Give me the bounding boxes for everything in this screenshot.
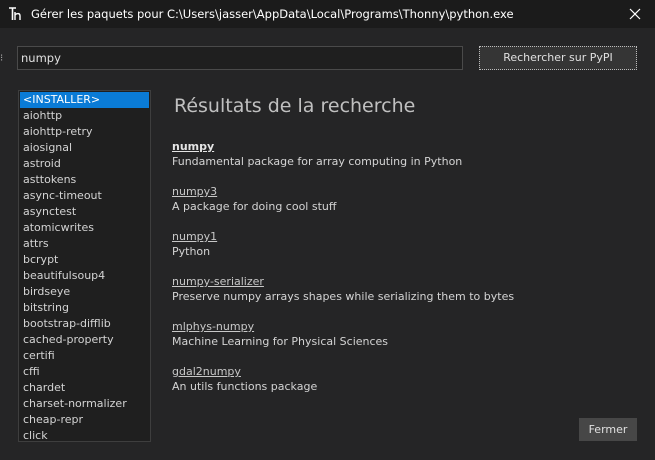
title-bar: Gérer les paquets pour C:\Users\jasser\A…	[0, 0, 655, 28]
search-pypi-button[interactable]: Rechercher sur PyPI	[479, 46, 637, 70]
result-package-link[interactable]: numpy1	[172, 230, 642, 244]
result-description: Machine Learning for Physical Sciences	[172, 335, 389, 348]
package-list-item[interactable]: async-timeout	[20, 188, 149, 204]
search-result: numpy Fundamental package for array compu…	[172, 140, 642, 185]
search-result: numpy1 Python	[172, 230, 642, 275]
window-title: Gérer les paquets pour C:\Users\jasser\A…	[31, 7, 514, 21]
search-results: numpy Fundamental package for array compu…	[172, 140, 642, 410]
package-list[interactable]: <INSTALLER> aiohttp aiohttp-retry aiosignal…	[18, 90, 151, 442]
package-list-item[interactable]: attrs	[20, 236, 149, 252]
search-result: numpy3 A package for doing cool stuff	[172, 185, 642, 230]
package-list-install-item[interactable]: <INSTALLER>	[20, 92, 149, 108]
window-close-button[interactable]	[615, 0, 655, 28]
result-package-link[interactable]: numpy	[172, 140, 642, 154]
package-list-item[interactable]: asttokens	[20, 172, 149, 188]
result-package-link[interactable]: numpy3	[172, 185, 642, 199]
package-list-item[interactable]: bcrypt	[20, 252, 149, 268]
close-button[interactable]: Fermer	[579, 418, 637, 441]
thonny-app-icon	[8, 6, 22, 22]
close-icon	[629, 8, 641, 20]
result-description: A package for doing cool stuff	[172, 200, 337, 213]
package-list-item[interactable]: aiohttp	[20, 108, 149, 124]
package-list-item[interactable]: chardet	[20, 380, 149, 396]
result-package-link[interactable]: gdal2numpy	[172, 365, 642, 379]
results-title: Résultats de la recherche	[174, 95, 416, 117]
package-list-item[interactable]: cheap-repr	[20, 412, 149, 428]
package-list-item[interactable]: aiosignal	[20, 140, 149, 156]
result-package-link[interactable]: numpy-serializer	[172, 275, 642, 289]
result-description: An utils functions package	[172, 380, 318, 393]
result-description: Fundamental package for array computing …	[172, 155, 463, 168]
package-list-item[interactable]: click	[20, 428, 149, 441]
search-result: numpy-serializer Preserve numpy arrays sh…	[172, 275, 642, 320]
window-edge-grip: ⁝	[0, 53, 4, 64]
package-list-item[interactable]: asynctest	[20, 204, 149, 220]
search-input[interactable]	[17, 46, 463, 70]
search-result: mlphys-numpy Machine Learning for Physica…	[172, 320, 642, 365]
result-package-link[interactable]: mlphys-numpy	[172, 320, 642, 334]
package-list-item[interactable]: certifi	[20, 348, 149, 364]
result-description: Python	[172, 245, 211, 258]
package-list-item[interactable]: bitstring	[20, 300, 149, 316]
package-list-item[interactable]: cached-property	[20, 332, 149, 348]
package-list-item[interactable]: beautifulsoup4	[20, 268, 149, 284]
package-list-item[interactable]: birdseye	[20, 284, 149, 300]
search-result: gdal2numpy An utils functions package	[172, 365, 642, 410]
package-list-item[interactable]: atomicwrites	[20, 220, 149, 236]
package-list-item[interactable]: charset-normalizer	[20, 396, 149, 412]
package-list-item[interactable]: cffi	[20, 364, 149, 380]
package-list-item[interactable]: bootstrap-difflib	[20, 316, 149, 332]
package-list-item[interactable]: astroid	[20, 156, 149, 172]
result-description: Preserve numpy arrays shapes while seria…	[172, 290, 515, 303]
package-list-item[interactable]: aiohttp-retry	[20, 124, 149, 140]
